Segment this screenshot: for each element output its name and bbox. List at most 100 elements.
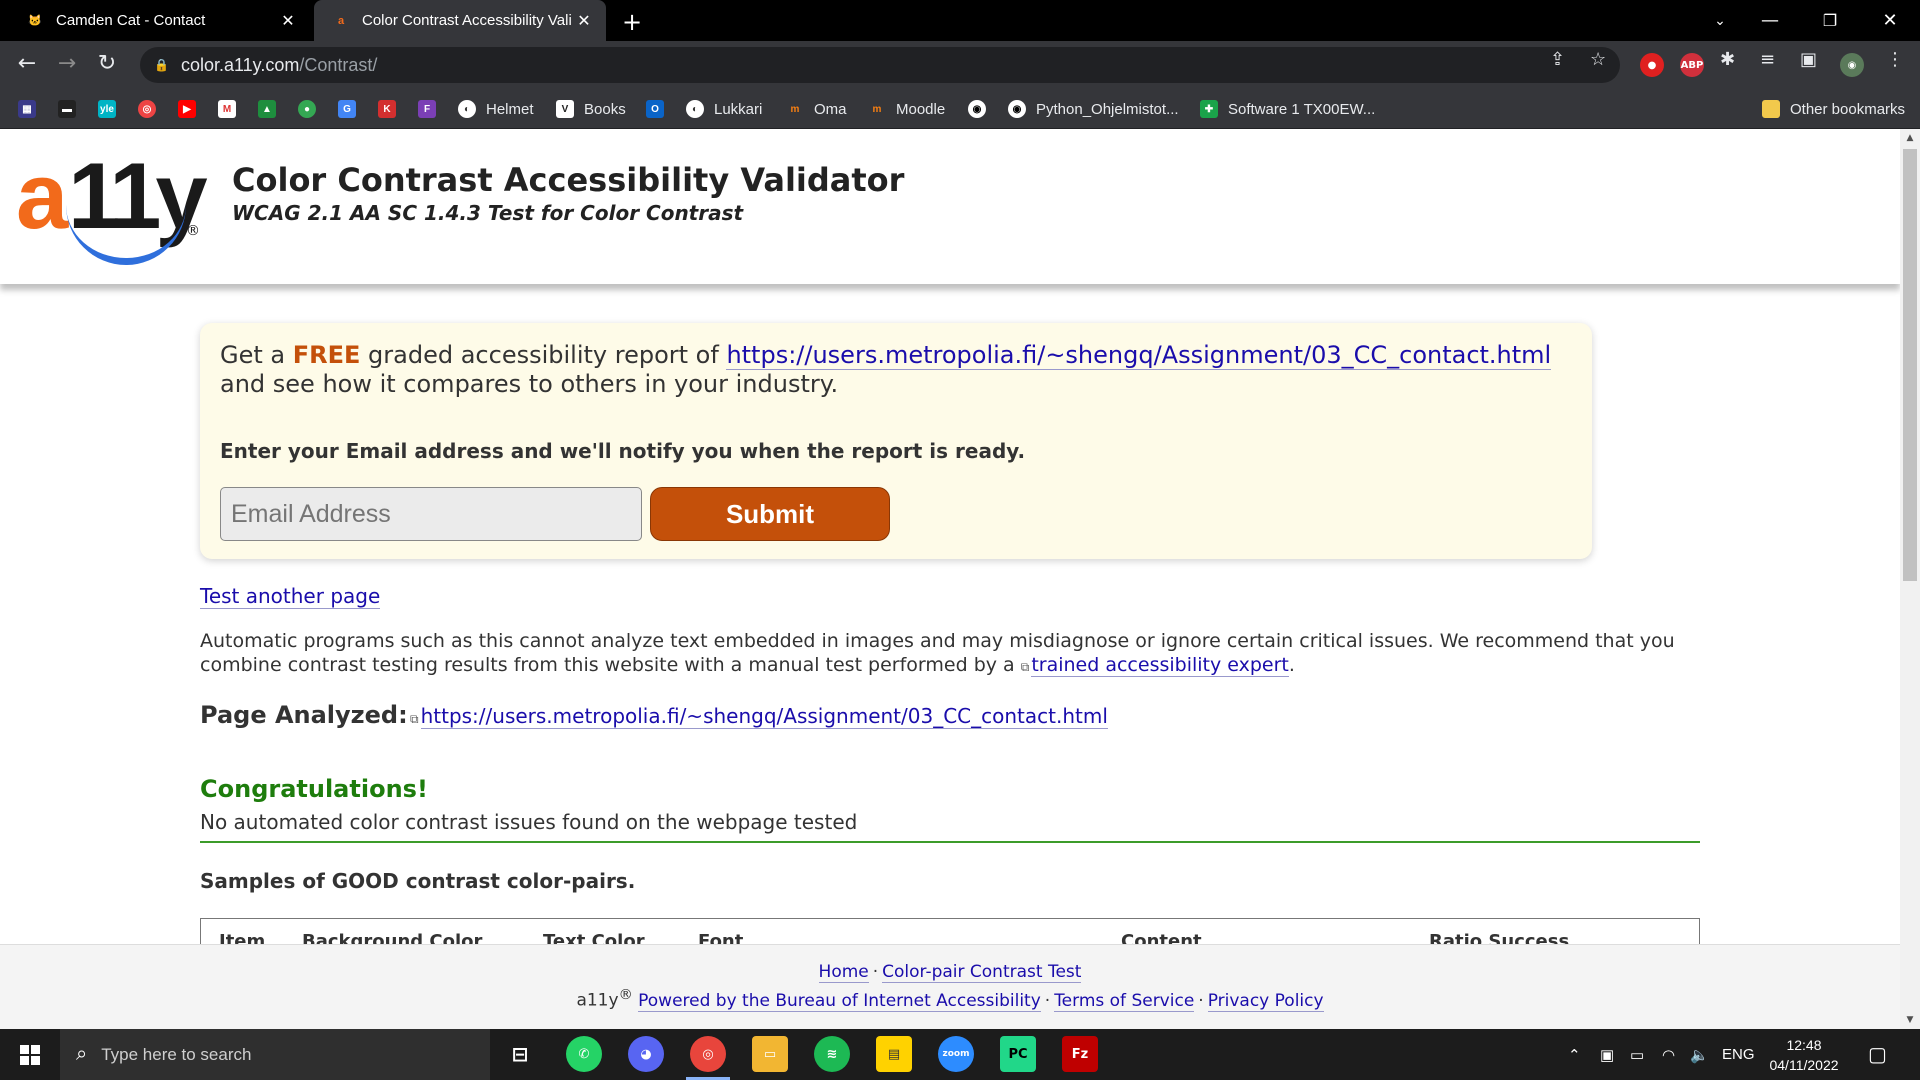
disclaimer-paragraph: Automatic programs such as this cannot a…: [200, 629, 1700, 679]
reload-icon[interactable]: ↻: [92, 51, 122, 76]
sticky-notes-icon[interactable]: ▤: [876, 1036, 912, 1072]
chrome-icon: ◎: [138, 100, 156, 118]
language-indicator[interactable]: ENG: [1722, 1029, 1755, 1080]
tray-chevron-icon[interactable]: ⌃: [1568, 1029, 1581, 1080]
pycharm-icon[interactable]: PC: [1000, 1036, 1036, 1072]
forward-icon[interactable]: →: [52, 51, 82, 76]
whatsapp-icon[interactable]: ✆: [566, 1036, 602, 1072]
adblock-icon[interactable]: ABP: [1680, 53, 1704, 77]
bookmark-yle[interactable]: yle: [98, 97, 116, 121]
discord-icon[interactable]: ◕: [628, 1036, 664, 1072]
bookmark-github[interactable]: ◉: [968, 97, 986, 121]
close-tab-icon[interactable]: ✕: [572, 11, 596, 31]
footer-color-pair-link[interactable]: Color-pair Contrast Test: [882, 962, 1082, 983]
site-header: a 11y ® Color Contrast Accessibility Val…: [0, 129, 1900, 284]
footer-powered-link[interactable]: Powered by the Bureau of Internet Access…: [638, 990, 1041, 1012]
bookmark-label: Books: [584, 100, 626, 118]
extension-red-icon[interactable]: ●: [1640, 53, 1664, 77]
bookmark-chrome[interactable]: ◎: [138, 97, 156, 121]
extensions-puzzle-icon[interactable]: ✱: [1720, 49, 1735, 70]
bookmark-k[interactable]: K: [378, 97, 396, 121]
bookmark-outlook[interactable]: O: [646, 97, 664, 121]
footer-links-row2: a11y® Powered by the Bureau of Internet …: [0, 987, 1900, 1012]
trained-expert-link[interactable]: trained accessibility expert: [1031, 654, 1289, 677]
bookmark-lukkari[interactable]: ◐ Lukkari: [686, 97, 762, 121]
scroll-down-icon[interactable]: ▼: [1900, 1011, 1920, 1029]
side-panel-icon[interactable]: ▣: [1800, 49, 1817, 70]
zoom-icon[interactable]: zoom: [938, 1036, 974, 1072]
taskbar-clock[interactable]: 12:48 04/11/2022: [1762, 1035, 1846, 1075]
bookmark-oma[interactable]: m Oma: [786, 97, 847, 121]
bookmark-moodle[interactable]: m Moodle: [868, 97, 946, 121]
notifications-icon[interactable]: ▢: [1868, 1029, 1887, 1080]
plus-icon: ✚: [1200, 100, 1218, 118]
a11y-logo[interactable]: a 11y ®: [16, 149, 208, 269]
battery-icon[interactable]: ▭: [1630, 1029, 1644, 1080]
footer-brand-reg: ®: [618, 987, 633, 1003]
footer-links-row1: Home · Color-pair Contrast Test: [0, 962, 1900, 983]
taskbar-search[interactable]: ⌕ Type here to search: [60, 1029, 490, 1080]
site-footer: Home · Color-pair Contrast Test a11y® Powe…: [0, 944, 1900, 1029]
filezilla-icon[interactable]: Fz: [1062, 1036, 1098, 1072]
start-button[interactable]: [0, 1029, 60, 1080]
new-tab-icon[interactable]: +: [622, 8, 642, 36]
tray-device-icon[interactable]: ▣: [1600, 1029, 1614, 1080]
media-icon[interactable]: ≡: [1760, 49, 1775, 70]
f-icon: F: [418, 100, 436, 118]
clock-time: 12:48: [1786, 1037, 1822, 1053]
test-another-page-link[interactable]: Test another page: [200, 584, 381, 609]
tab-title: Color Contrast Accessibility Valid: [362, 12, 572, 29]
disclaimer-text: Automatic programs such as this cannot a…: [200, 630, 1675, 676]
share-icon[interactable]: ⇪: [1550, 49, 1565, 70]
page-scrollbar[interactable]: ▲ ▼: [1900, 129, 1920, 1029]
bookmark-star-icon[interactable]: ☆: [1590, 49, 1606, 70]
bookmark-python[interactable]: ◉ Python_Ohjelmistot...: [1008, 97, 1179, 121]
divider: [200, 841, 1700, 843]
file-explorer-icon[interactable]: ▭: [752, 1036, 788, 1072]
gmail-icon: M: [218, 100, 236, 118]
close-tab-icon[interactable]: ✕: [276, 11, 300, 31]
footer-terms-link[interactable]: Terms of Service: [1054, 990, 1195, 1012]
url-path: /Contrast/: [299, 54, 378, 75]
disclaimer-end: .: [1288, 654, 1295, 676]
profile-avatar[interactable]: ◉: [1840, 53, 1864, 77]
chrome-taskbar-icon[interactable]: ◎: [690, 1036, 726, 1072]
scrollbar-thumb[interactable]: [1903, 149, 1917, 581]
bookmark-gmail[interactable]: M: [218, 97, 236, 121]
minimize-icon[interactable]: —: [1740, 0, 1800, 41]
address-bar[interactable]: 🔒 color.a11y.com/Contrast/: [140, 47, 1620, 83]
tab-camden-cat[interactable]: 🐱 Camden Cat - Contact ✕: [0, 0, 310, 41]
lock-icon: 🔒: [154, 58, 169, 72]
promo-url-link[interactable]: https://users.metropolia.fi/~shengq/Assi…: [726, 341, 1552, 370]
bookmark-f[interactable]: F: [418, 97, 436, 121]
close-window-icon[interactable]: ✕: [1860, 0, 1920, 41]
email-field[interactable]: [220, 487, 642, 541]
menu-kebab-icon[interactable]: ⋮: [1886, 49, 1904, 70]
bookmark-maps[interactable]: ●: [298, 97, 316, 121]
bookmark-app-1[interactable]: ▦: [18, 97, 36, 121]
wifi-icon[interactable]: ◠: [1662, 1029, 1675, 1080]
footer-home-link[interactable]: Home: [818, 962, 869, 983]
bookmark-youtube[interactable]: ▶: [178, 97, 196, 121]
submit-button[interactable]: Submit: [650, 487, 890, 541]
bookmark-app-2[interactable]: ▬: [58, 97, 76, 121]
bookmark-helmet[interactable]: ◐ Helmet: [458, 97, 534, 121]
tab-color-contrast[interactable]: a Color Contrast Accessibility Valid ✕: [314, 0, 606, 41]
scroll-up-icon[interactable]: ▲: [1900, 129, 1920, 147]
bookmark-translate[interactable]: G: [338, 97, 356, 121]
bookmark-label: Lukkari: [714, 100, 763, 118]
spotify-icon[interactable]: ≋: [814, 1036, 850, 1072]
back-icon[interactable]: ←: [12, 51, 42, 76]
bookmark-software[interactable]: ✚ Software 1 TX00EW...: [1200, 97, 1375, 121]
footer-privacy-link[interactable]: Privacy Policy: [1207, 990, 1324, 1012]
bookmark-drive[interactable]: ▲: [258, 97, 276, 121]
page-subtitle: WCAG 2.1 AA SC 1.4.3 Test for Color Cont…: [232, 201, 744, 225]
task-view-icon[interactable]: ⊟: [502, 1036, 538, 1072]
volume-icon[interactable]: 🔈: [1690, 1029, 1709, 1080]
cat-icon: 🐱: [28, 15, 42, 27]
analyzed-url-link[interactable]: https://users.metropolia.fi/~shengq/Assi…: [420, 704, 1108, 729]
other-bookmarks[interactable]: Other bookmarks: [1762, 97, 1905, 121]
bookmark-books[interactable]: V Books: [556, 97, 626, 121]
restore-icon[interactable]: ❐: [1800, 0, 1860, 41]
promo-text-start: Get a: [220, 341, 293, 369]
